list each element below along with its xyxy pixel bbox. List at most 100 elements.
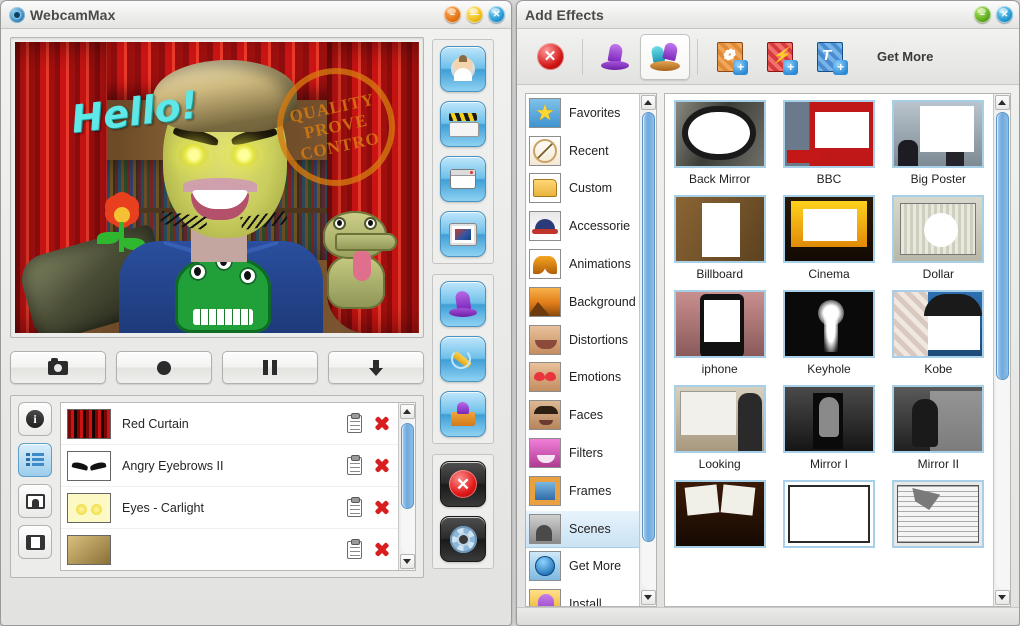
hair-thumb — [67, 534, 111, 565]
exit-button[interactable] — [440, 461, 486, 507]
desktop-source-button[interactable] — [440, 156, 486, 202]
picture-button[interactable] — [18, 484, 52, 518]
effect-cell-partial-1[interactable] — [665, 480, 774, 559]
effects-grid-scrollbar[interactable] — [993, 94, 1010, 606]
effect-cell-billboard[interactable]: Billboard — [665, 195, 774, 288]
category-item-filters[interactable]: Filters — [526, 434, 639, 472]
applied-effects-scrollbar[interactable] — [398, 403, 415, 570]
scroll-up-button[interactable] — [994, 95, 1010, 110]
add-image-button[interactable]: ❁ + — [705, 34, 755, 80]
category-scrollbar[interactable] — [639, 94, 656, 606]
effects-button[interactable] — [440, 281, 486, 327]
effect-label: Cinema — [808, 267, 850, 281]
film-button[interactable] — [18, 525, 52, 559]
category-item-get-more[interactable]: Get More — [526, 548, 639, 586]
effect-cell-partial-3[interactable] — [884, 480, 993, 559]
effects-list-button[interactable] — [18, 443, 52, 477]
table-row[interactable]: Angry Eyebrows II — [61, 445, 398, 487]
category-label: Favorites — [569, 105, 621, 120]
category-item-distortions[interactable]: Distortions — [526, 321, 639, 359]
minimize-button[interactable]: – — [974, 6, 991, 23]
remove-effect-icon[interactable] — [373, 499, 390, 516]
film-icon — [25, 534, 45, 550]
get-more-link[interactable]: Get More — [877, 49, 933, 64]
category-item-frames[interactable]: Frames — [526, 472, 639, 510]
effect-label: Dollar — [922, 267, 954, 281]
effect-cell-mirror-ii[interactable]: Mirror II — [884, 385, 993, 478]
category-item-animations[interactable]: Animations — [526, 245, 639, 283]
effect-label: Big Poster — [910, 172, 966, 186]
record-button[interactable] — [116, 351, 212, 384]
scroll-up-button[interactable] — [399, 404, 415, 419]
scroll-down-button[interactable] — [640, 590, 656, 605]
angry-eyebrows-thumb — [67, 450, 111, 481]
remove-all-effects-button[interactable] — [525, 34, 575, 80]
scroll-track[interactable] — [400, 421, 414, 552]
effects-package-button[interactable] — [440, 391, 486, 437]
effect-cell-keyhole[interactable]: Keyhole — [774, 290, 883, 383]
doodle-button[interactable] — [440, 336, 486, 382]
category-item-emotions[interactable]: Emotions — [526, 359, 639, 397]
remove-effect-icon[interactable] — [373, 457, 390, 474]
animations-butterfly-icon — [529, 249, 561, 280]
category-item-favorites[interactable]: Favorites — [526, 94, 639, 132]
category-item-scenes[interactable]: Scenes — [526, 509, 639, 548]
red-close-icon — [536, 43, 564, 70]
effect-cell-looking[interactable]: Looking — [665, 385, 774, 478]
settings-clipboard-icon[interactable] — [347, 496, 362, 517]
remove-effect-icon[interactable] — [373, 541, 390, 558]
maximize-button[interactable]: — — [466, 6, 483, 23]
info-button[interactable]: i — [18, 402, 52, 436]
table-row[interactable]: Eyes - Carlight — [61, 487, 398, 529]
scroll-thumb[interactable] — [400, 423, 414, 509]
add-flash-button[interactable]: ⚡ + — [755, 34, 805, 80]
scroll-thumb[interactable] — [641, 112, 655, 542]
scroll-down-button[interactable] — [994, 590, 1010, 605]
scroll-down-button[interactable] — [399, 554, 415, 569]
settings-clipboard-icon[interactable] — [347, 412, 362, 433]
gear-icon — [449, 525, 477, 553]
effect-cell-back-mirror[interactable]: Back Mirror — [665, 100, 774, 193]
category-item-accessories[interactable]: Accessorie — [526, 207, 639, 245]
effect-label: Kobe — [924, 362, 953, 376]
scroll-thumb[interactable] — [995, 112, 1009, 380]
single-effect-tab[interactable] — [590, 34, 640, 80]
scroll-up-button[interactable] — [640, 95, 656, 110]
add-text-button[interactable]: T + — [805, 34, 855, 80]
scroll-track[interactable] — [995, 112, 1009, 588]
scroll-track[interactable] — [641, 112, 655, 588]
category-item-custom[interactable]: Custom — [526, 170, 639, 208]
effect-cell-big-poster[interactable]: Big Poster — [884, 100, 993, 193]
close-button[interactable]: ✕ — [996, 6, 1013, 23]
effect-cell-partial-2[interactable] — [774, 480, 883, 559]
webcam-source-button[interactable] — [440, 46, 486, 92]
add-flash-doc-icon: ⚡ + — [767, 41, 798, 75]
category-item-background[interactable]: Background — [526, 283, 639, 321]
effect-cell-mirror-i[interactable]: Mirror I — [774, 385, 883, 478]
close-button[interactable]: ✕ — [488, 6, 505, 23]
webcam-preview[interactable]: QUALITY PROVE CONTRO Hello! — [15, 42, 419, 333]
main-left-column: QUALITY PROVE CONTRO Hello! i Red Curtai… — [10, 37, 424, 625]
effect-thumbnail — [892, 290, 985, 358]
table-row[interactable] — [61, 529, 398, 570]
settings-button[interactable] — [440, 516, 486, 562]
pause-button[interactable] — [222, 351, 318, 384]
multi-effect-tab[interactable] — [640, 33, 690, 80]
table-row[interactable]: Red Curtain — [61, 403, 398, 445]
picture-source-button[interactable] — [440, 211, 486, 257]
effect-cell-dollar[interactable]: Dollar — [884, 195, 993, 288]
settings-clipboard-icon[interactable] — [347, 538, 362, 559]
settings-clipboard-icon[interactable] — [347, 454, 362, 475]
minimize-button[interactable]: – — [444, 6, 461, 23]
category-item-install[interactable]: Install — [526, 585, 639, 606]
save-button[interactable] — [328, 351, 424, 384]
effect-cell-bbc[interactable]: BBC — [774, 100, 883, 193]
effect-cell-iphone[interactable]: iphone — [665, 290, 774, 383]
category-item-faces[interactable]: Faces — [526, 396, 639, 434]
snapshot-button[interactable] — [10, 351, 106, 384]
category-item-recent[interactable]: Recent — [526, 132, 639, 170]
video-source-button[interactable] — [440, 101, 486, 147]
effect-cell-cinema[interactable]: Cinema — [774, 195, 883, 288]
effect-cell-kobe[interactable]: Kobe — [884, 290, 993, 383]
remove-effect-icon[interactable] — [373, 415, 390, 432]
